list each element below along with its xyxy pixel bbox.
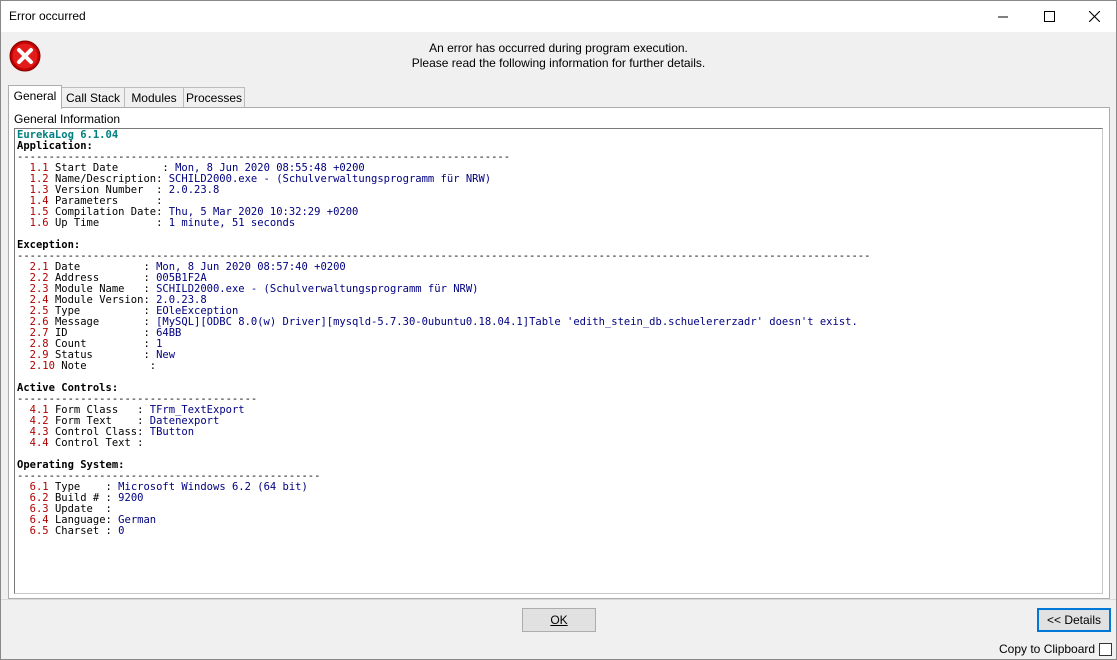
row-value: 0 <box>118 525 125 537</box>
error-log-memo[interactable]: EurekaLog 6.1.04 Application: ----------… <box>14 128 1103 594</box>
row-key: Note : <box>54 360 163 372</box>
minimize-button[interactable] <box>980 1 1026 32</box>
row-value: TButton <box>149 426 195 438</box>
tab-general[interactable]: General <box>8 85 62 109</box>
row-key: Control Text : <box>48 437 150 449</box>
row-number: 1.6 <box>29 217 49 229</box>
row-number: 4.4 <box>29 437 49 449</box>
copy-to-clipboard-checkbox[interactable] <box>1099 643 1112 656</box>
general-tab-panel: General Information EurekaLog 6.1.04 App… <box>8 107 1110 599</box>
general-information-label: General Information <box>14 112 121 126</box>
row-value: 2.0.23.8 <box>168 184 220 196</box>
row-number: 2.10 <box>29 360 55 372</box>
details-button-label: << Details <box>1046 613 1102 627</box>
copy-to-clipboard-label: Copy to Clipboard <box>999 642 1096 656</box>
row-value: [MySQL][ODBC 8.0(w) Driver][mysqld-5.7.3… <box>156 316 858 328</box>
row-key: Charset : <box>48 525 119 537</box>
details-button[interactable]: << Details <box>1037 608 1111 632</box>
tab-modules[interactable]: Modules <box>124 87 184 108</box>
close-icon <box>1088 11 1100 22</box>
error-dialog: Error occurred An error has occurred dur… <box>0 0 1117 660</box>
row-key: Up Time : <box>48 217 169 229</box>
minimize-icon <box>998 16 1008 17</box>
header-message-line1: An error has occurred during program exe… <box>429 41 688 55</box>
tab-processes[interactable]: Processes <box>183 87 245 108</box>
row-value: 1 minute, 51 seconds <box>168 217 296 229</box>
dialog-header: An error has occurred during program exe… <box>1 32 1116 80</box>
tab-call-stack[interactable]: Call Stack <box>61 87 125 108</box>
maximize-icon <box>1043 11 1055 22</box>
row-value: Microsoft Windows 6.2 (64 bit) <box>118 481 308 493</box>
ok-button[interactable]: OK <box>522 608 596 632</box>
maximize-button[interactable] <box>1026 1 1072 32</box>
row-number: 6.5 <box>29 525 49 537</box>
window-title: Error occurred <box>9 9 86 23</box>
error-log-text: EurekaLog 6.1.04 Application: ----------… <box>17 130 870 537</box>
row-value: 9200 <box>118 492 144 504</box>
ok-button-label: OK <box>550 613 568 627</box>
header-message-line2: Please read the following information fo… <box>411 56 706 70</box>
footer-separator <box>1 599 1116 600</box>
close-button[interactable] <box>1071 1 1117 32</box>
title-bar: Error occurred <box>1 1 1116 32</box>
